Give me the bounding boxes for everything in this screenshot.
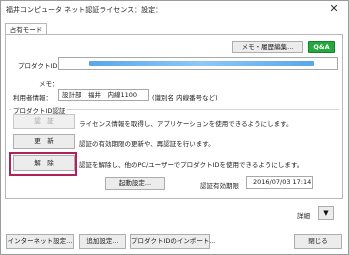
user-info-hint: (識別名 内線番号など): [152, 94, 218, 102]
memo-history-edit-button[interactable]: メモ・履歴編集...: [232, 41, 303, 53]
license-settings-window: 福井コンピュータ ネット認証ライセンス：設定： ✕ 占有モード メモ・履歴編集.…: [0, 0, 349, 255]
startup-settings-button[interactable]: 起動設定...: [105, 177, 165, 190]
title-bar: 福井コンピュータ ネット認証ライセンス：設定： ✕: [1, 1, 348, 19]
expiry-field: 2016/07/03 17:14: [246, 176, 313, 189]
window-title: 福井コンピュータ ネット認証ライセンス：設定：: [6, 6, 163, 14]
close-window-icon[interactable]: ✕: [326, 2, 342, 16]
product-id-masked-bar: [89, 61, 314, 66]
detail-label: 詳細: [297, 212, 310, 220]
expiry-label: 認証有効期限: [200, 182, 239, 190]
chevron-down-icon: ▼: [323, 209, 329, 217]
update-button[interactable]: 更 新: [13, 134, 75, 149]
additional-settings-button[interactable]: 追加設定...: [79, 234, 126, 249]
detail-expand-button[interactable]: ▼: [318, 206, 334, 220]
release-description: 認証を解除し、他のPC/ユーザーでプロダクトIDを使用できるようにします。: [79, 161, 304, 169]
user-info-field: 設計部 福井 内線1100: [58, 89, 149, 101]
release-button-highlight: [9, 152, 77, 176]
tab-bar: 占有モード: [1, 19, 348, 36]
import-product-id-button[interactable]: プロダクトIDのインポート...: [130, 234, 216, 249]
memo-label: メモ：: [39, 80, 59, 88]
user-info-label: 利用者情報：: [13, 94, 52, 102]
product-id-field: [58, 57, 338, 70]
internet-settings-button[interactable]: インターネット設定...: [6, 234, 74, 249]
qa-button[interactable]: Q&A: [308, 41, 335, 53]
close-button[interactable]: 閉じる: [294, 234, 342, 249]
update-description: 認証の有効期限の更新や、再認証を行います。: [79, 140, 215, 148]
auth-button[interactable]: 認 証: [13, 114, 75, 129]
auth-description: ライセンス情報を取得し、アプリケーションを使用できるようにします。: [79, 120, 293, 128]
